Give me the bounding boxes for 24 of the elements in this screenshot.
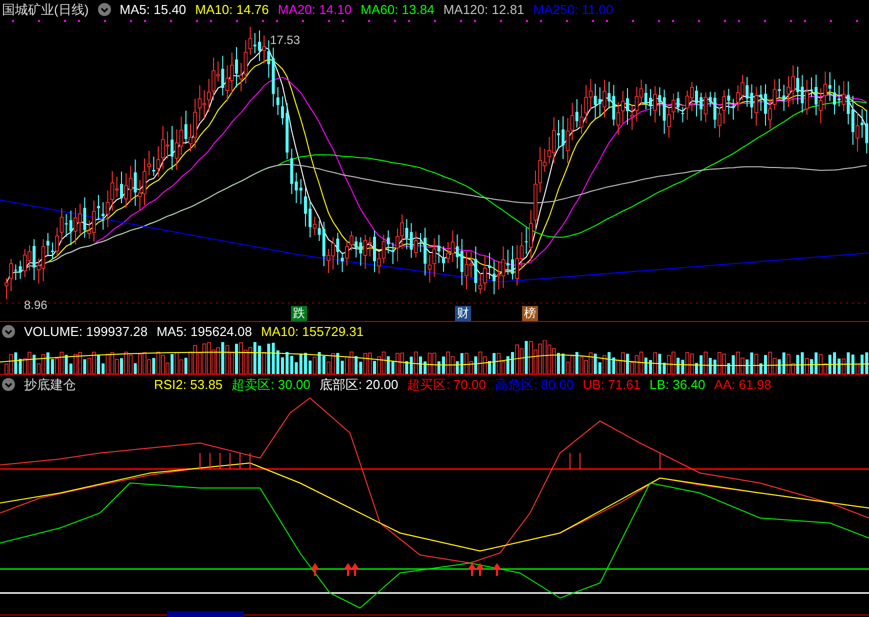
indicator-value: RSI2: 53.85 xyxy=(154,376,223,394)
stock-title: 国城矿业(日线) xyxy=(2,1,89,20)
event-tag[interactable]: 跌 xyxy=(291,306,307,321)
indicator-value: 高危区: 80.00 xyxy=(494,376,574,394)
indicator-value: MA10: 14.76 xyxy=(195,1,269,20)
indicator-value: MA5: 15.40 xyxy=(120,1,186,20)
event-tag[interactable]: 榜 xyxy=(522,306,538,321)
indicator-title: 抄底建仓 xyxy=(24,376,76,394)
indicator-value: UB: 71.61 xyxy=(582,376,641,394)
indicator-value: 超买区: 70.00 xyxy=(407,376,486,394)
indicator-value: VOLUME: 199937.28 xyxy=(24,322,148,341)
high-price-label: 17.53 xyxy=(270,32,300,47)
indicator-value: MA20: 14.10 xyxy=(278,1,352,20)
indicator-value: MA10: 155729.31 xyxy=(260,322,364,341)
indicator-value: MA60: 13.84 xyxy=(360,1,434,20)
indicator-value: 底部区: 20.00 xyxy=(319,376,398,394)
indicator-value: MA250: 11.00 xyxy=(533,1,614,20)
low-price-label: 8.96 xyxy=(24,298,48,312)
indicator-value: LB: 36.40 xyxy=(650,376,706,394)
event-tag[interactable]: 财 xyxy=(455,306,471,321)
indicator-value: AA: 61.98 xyxy=(714,376,772,394)
indicator-value: MA5: 195624.08 xyxy=(156,322,252,341)
indicator-value: 超卖区: 30.00 xyxy=(232,376,310,394)
indicator-value: MA120: 12.81 xyxy=(443,1,524,20)
